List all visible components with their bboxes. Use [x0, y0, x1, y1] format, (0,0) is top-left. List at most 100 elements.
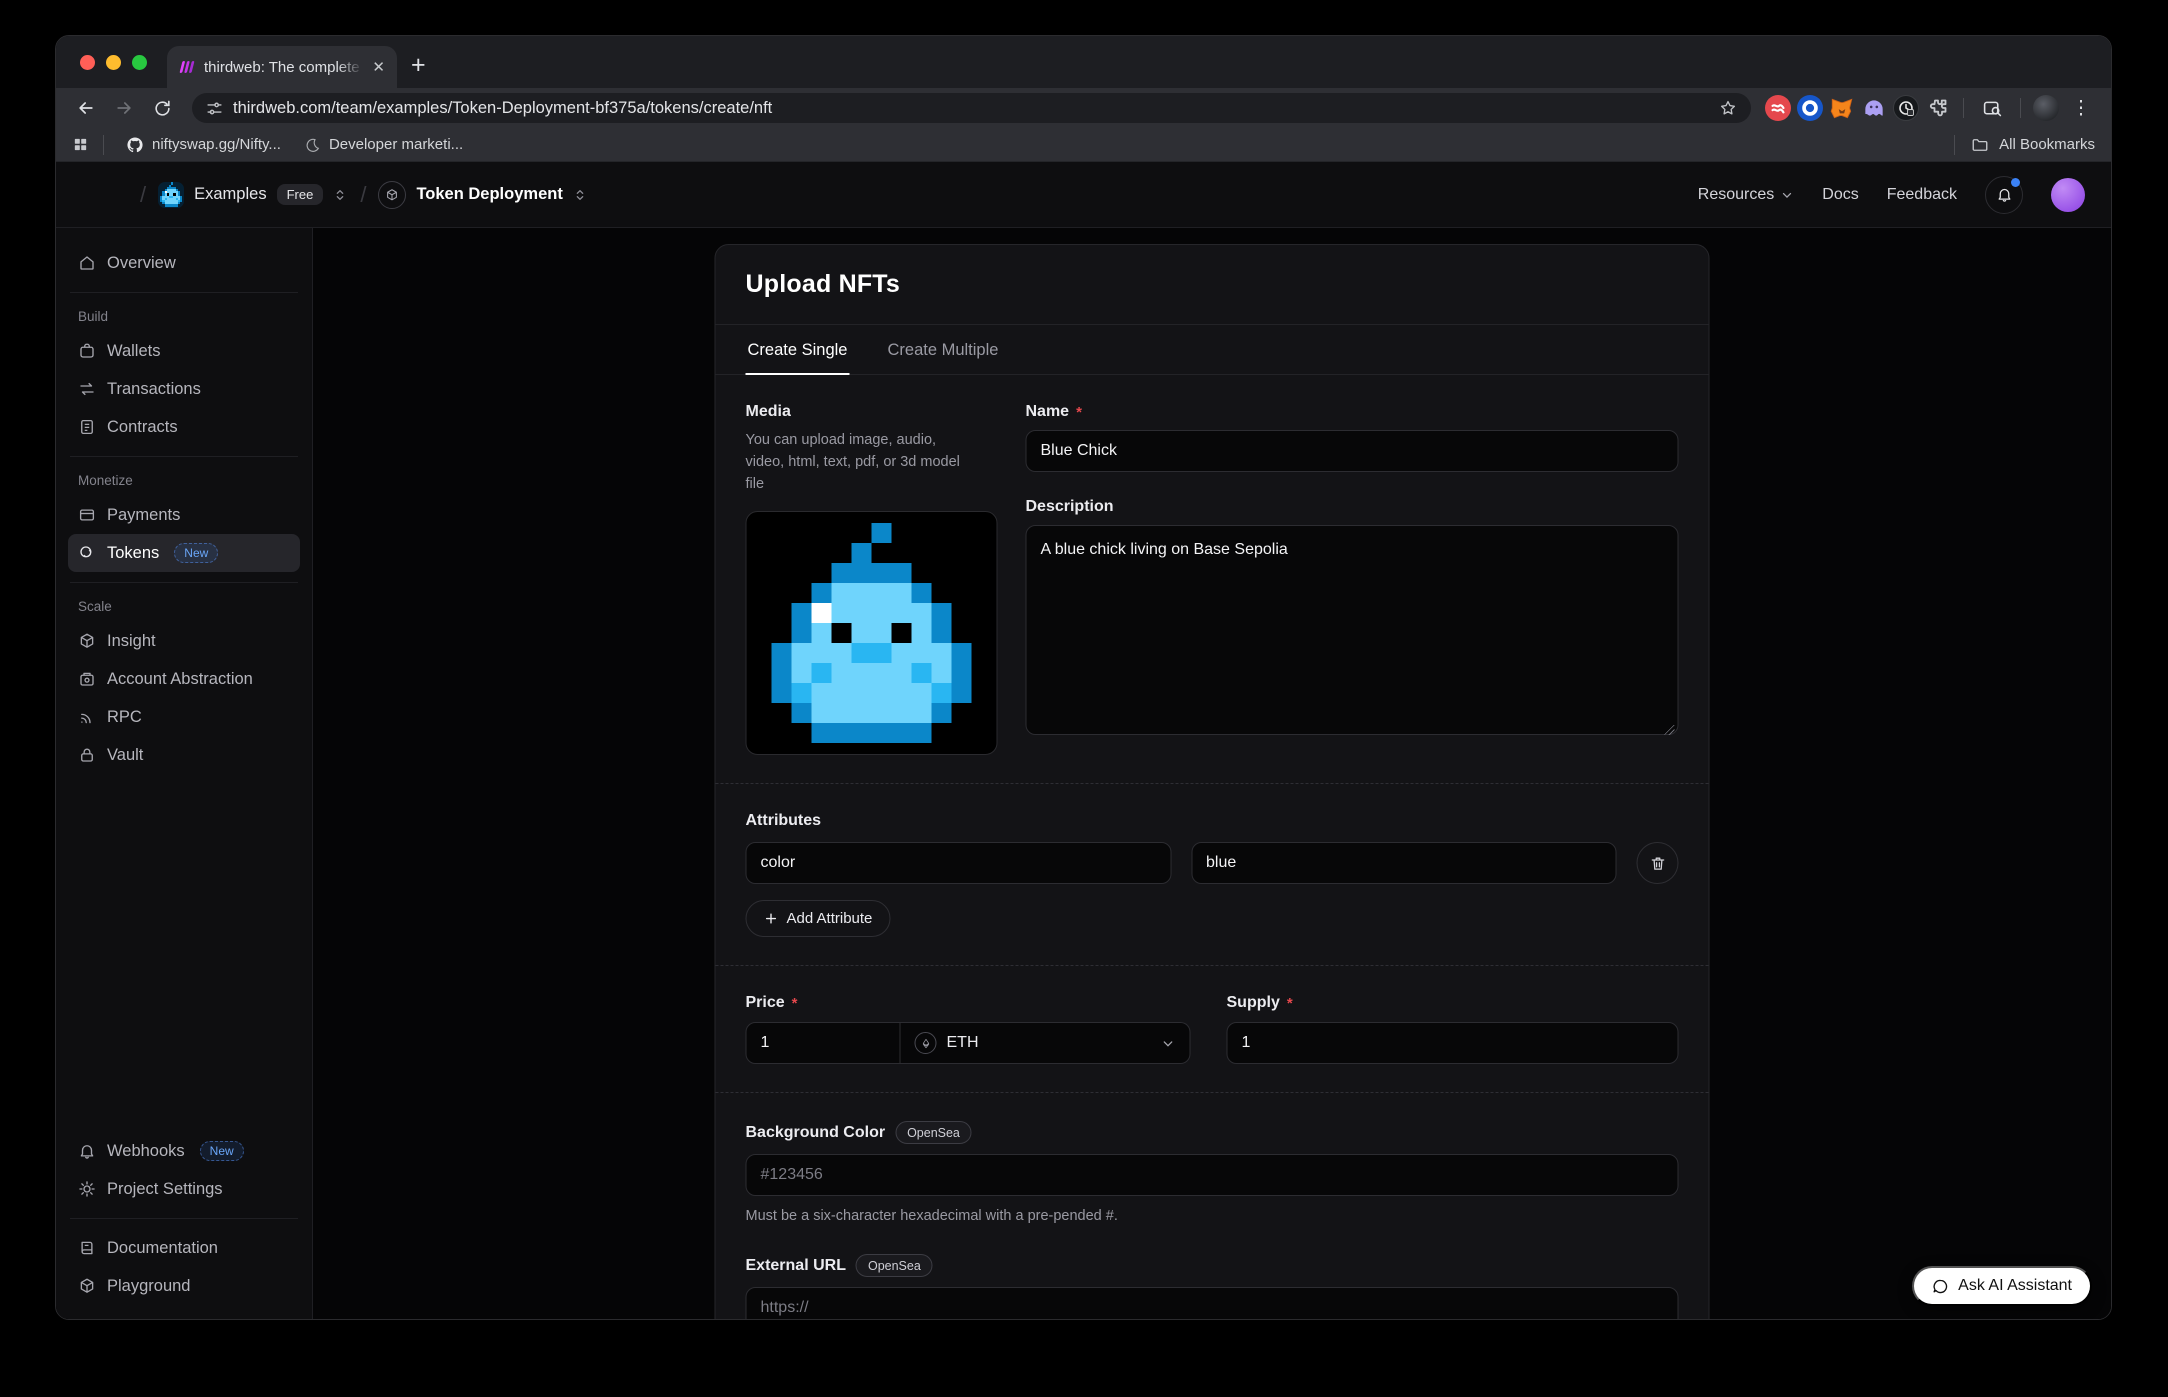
tab-close-icon[interactable]: ✕	[372, 60, 385, 75]
back-icon[interactable]	[70, 92, 102, 124]
sidebar-item-label: Playground	[107, 1277, 190, 1296]
sidebar-item-transactions[interactable]: Transactions	[68, 370, 300, 408]
sidebar-item-playground[interactable]: Playground	[68, 1267, 300, 1305]
sidebar-item-account-abstraction[interactable]: Account Abstraction	[68, 660, 300, 698]
background-color-label: Background Color	[746, 1124, 886, 1142]
close-window-button[interactable]	[80, 55, 95, 70]
sidebar-item-vault[interactable]: Vault	[68, 736, 300, 774]
url-text[interactable]: thirdweb.com/team/examples/Token-Deploym…	[233, 99, 1709, 118]
feedback-link[interactable]: Feedback	[1887, 186, 1957, 204]
sidebar-item-overview[interactable]: Overview	[68, 244, 300, 282]
bookmark-niftyswap[interactable]: niftyswap.gg/Nifty...	[118, 136, 289, 154]
background-color-helper: Must be a six-character hexadecimal with…	[746, 1206, 1679, 1228]
description-textarea[interactable]: A blue chick living on Base Sepolia	[1026, 525, 1679, 735]
site-settings-icon[interactable]	[206, 100, 223, 117]
smart-wallet-icon	[78, 670, 96, 688]
sidebar: Overview Build Wallets Transactions Cont…	[56, 228, 313, 1319]
resources-menu[interactable]: Resources	[1698, 186, 1794, 204]
sidebar-item-webhooks[interactable]: Webhooks New	[68, 1132, 300, 1170]
phantom-extension-icon[interactable]	[1861, 95, 1887, 121]
ask-ai-assistant-button[interactable]: Ask AI Assistant	[1912, 1266, 2092, 1306]
opensea-badge: OpenSea	[895, 1121, 972, 1144]
name-label: Name*	[1026, 403, 1679, 421]
new-tab-button[interactable]: +	[411, 53, 426, 78]
extension-icon-dark[interactable]	[1893, 95, 1919, 121]
sidebar-item-wallets[interactable]: Wallets	[68, 332, 300, 370]
description-label: Description	[1026, 498, 1679, 516]
extensions-puzzle-icon[interactable]	[1925, 95, 1951, 121]
delete-attribute-button[interactable]	[1637, 842, 1679, 884]
docs-link[interactable]: Docs	[1822, 186, 1858, 204]
bookmark-label: Developer marketi...	[329, 136, 463, 153]
reload-icon[interactable]	[146, 92, 178, 124]
sidebar-item-label: Vault	[107, 746, 143, 765]
media-upload-preview[interactable]	[746, 511, 998, 755]
minimize-window-button[interactable]	[106, 55, 121, 70]
all-bookmarks-label[interactable]: All Bookmarks	[1999, 136, 2095, 153]
background-color-input[interactable]	[746, 1154, 1679, 1196]
bookmark-label: niftyswap.gg/Nifty...	[152, 136, 281, 153]
package-icon	[78, 632, 96, 650]
thirdweb-logo[interactable]	[82, 181, 128, 209]
eth-icon	[915, 1032, 937, 1054]
home-icon	[78, 254, 96, 272]
tab-create-multiple[interactable]: Create Multiple	[885, 325, 1000, 374]
sidebar-item-label: Contracts	[107, 418, 178, 437]
media-label: Media	[746, 403, 998, 421]
sidebar-section-build: Build	[68, 303, 300, 332]
lock-icon	[78, 746, 96, 764]
window-controls[interactable]	[56, 36, 167, 88]
browser-tab[interactable]: thirdweb: The complete web3 ✕	[167, 46, 397, 88]
attribute-value-input[interactable]	[1191, 842, 1617, 884]
bookmark-developer-marketing[interactable]: Developer marketi...	[297, 136, 471, 153]
thirdweb-app: / Examples Free / Token Deployment Resou…	[56, 162, 2111, 1319]
extension-icon-red[interactable]	[1765, 95, 1791, 121]
project-name[interactable]: Examples	[194, 185, 266, 204]
crescent-icon	[305, 137, 321, 153]
forward-icon[interactable]	[108, 92, 140, 124]
toolbar-divider	[1963, 98, 1964, 118]
currency-select[interactable]: ETH	[901, 1022, 1191, 1064]
plus-icon	[764, 911, 779, 926]
name-input[interactable]	[1026, 430, 1679, 472]
external-url-input[interactable]	[746, 1287, 1679, 1319]
metamask-extension-icon[interactable]	[1829, 95, 1855, 121]
fullscreen-window-button[interactable]	[132, 55, 147, 70]
description-wrap: A blue chick living on Base Sepolia	[1026, 525, 1679, 740]
currency-value: ETH	[947, 1034, 979, 1052]
sidebar-item-project-settings[interactable]: Project Settings	[68, 1170, 300, 1208]
sidebar-item-insight[interactable]: Insight	[68, 622, 300, 660]
notifications-button[interactable]	[1985, 176, 2023, 214]
page-title: Upload NFTs	[746, 270, 1679, 299]
toolbar-divider	[2020, 98, 2021, 118]
browser-profile-avatar[interactable]	[2033, 95, 2059, 121]
folder-icon	[1971, 136, 1989, 154]
sidebar-divider	[70, 582, 298, 583]
tab-create-single[interactable]: Create Single	[746, 325, 850, 374]
entity-switcher-icon[interactable]	[572, 187, 588, 203]
sidebar-item-contracts[interactable]: Contracts	[68, 408, 300, 446]
sidebar-item-tokens[interactable]: Tokens New	[68, 534, 300, 572]
sidebar-item-label: Transactions	[107, 380, 201, 399]
attribute-key-input[interactable]	[746, 842, 1172, 884]
tab-strip: thirdweb: The complete web3 ✕ +	[56, 36, 2111, 88]
extension-icon-blue[interactable]	[1797, 95, 1823, 121]
project-switcher-icon[interactable]	[332, 187, 348, 203]
apps-grid-icon[interactable]	[72, 136, 89, 153]
url-bar[interactable]: thirdweb.com/team/examples/Token-Deploym…	[192, 93, 1751, 123]
price-input[interactable]	[746, 1022, 901, 1064]
sidebar-item-payments[interactable]: Payments	[68, 496, 300, 534]
sidebar-item-documentation[interactable]: Documentation	[68, 1229, 300, 1267]
sidebar-divider	[70, 292, 298, 293]
browser-menu-icon[interactable]: ⋮	[2065, 92, 2097, 124]
add-attribute-button[interactable]: Add Attribute	[746, 900, 891, 937]
tab-search-icon[interactable]	[1976, 92, 2008, 124]
account-avatar[interactable]	[2051, 178, 2085, 212]
book-icon	[78, 1239, 96, 1257]
sidebar-item-rpc[interactable]: RPC	[68, 698, 300, 736]
bookmark-star-icon[interactable]	[1719, 99, 1737, 117]
create-tabs: Create Single Create Multiple	[716, 325, 1709, 375]
sidebar-item-label: Documentation	[107, 1239, 218, 1258]
entity-name[interactable]: Token Deployment	[416, 185, 562, 204]
supply-input[interactable]	[1227, 1022, 1679, 1064]
